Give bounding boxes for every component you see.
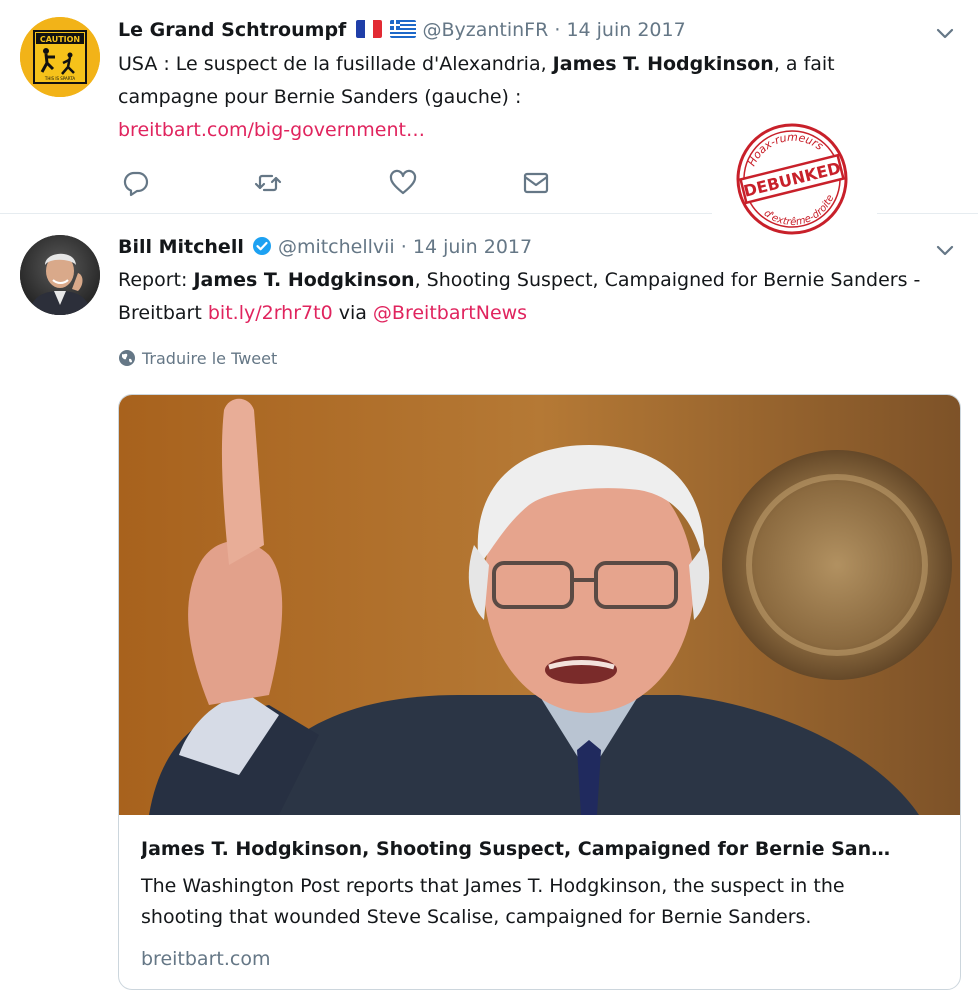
tweet-short-link[interactable]: bit.ly/2rhr7t0 — [208, 302, 333, 324]
caution-sign-avatar-image: CAUTION THIS IS SPARTA — [20, 17, 100, 97]
tweet-date[interactable]: 14 juin 2017 — [566, 19, 685, 41]
message-icon[interactable] — [521, 168, 551, 198]
globe-icon — [119, 350, 135, 366]
debunked-stamp: Hoax-rumeurs DEBUNKED d'extrême-droite — [728, 115, 856, 243]
avatar-sign-text: CAUTION — [40, 35, 80, 44]
tweet-text-bold: James T. Hodgkinson — [552, 53, 774, 75]
like-icon[interactable] — [388, 168, 418, 198]
man-portrait-avatar-image — [20, 235, 100, 315]
separator: · — [400, 236, 407, 258]
user-handle[interactable]: @mitchellvii — [278, 236, 395, 258]
card-domain: breitbart.com — [141, 948, 271, 970]
reply-icon[interactable] — [121, 168, 151, 198]
chevron-down-icon[interactable] — [934, 239, 956, 261]
chevron-down-icon[interactable] — [934, 22, 956, 44]
user-handle[interactable]: @ByzantinFR — [422, 19, 548, 41]
tweet-link[interactable]: breitbart.com/big-government… — [118, 119, 425, 141]
avatar[interactable]: CAUTION THIS IS SPARTA — [20, 17, 100, 97]
link-card[interactable]: James T. Hodgkinson, Shooting Suspect, C… — [118, 394, 961, 990]
tweet-text-bold: James T. Hodgkinson — [193, 269, 415, 291]
avatar[interactable] — [20, 235, 100, 315]
tweet-header: Le Grand Schtroumpf @ByzantinFR · 14 jui… — [118, 18, 686, 42]
man-speaking-photo — [119, 395, 960, 815]
verified-badge-icon — [252, 236, 272, 262]
debunked-stamp-icon: Hoax-rumeurs DEBUNKED d'extrême-droite — [734, 121, 850, 237]
tweet-actions — [118, 168, 558, 198]
display-name[interactable]: Le Grand Schtroumpf — [118, 19, 346, 41]
card-description: The Washington Post reports that James T… — [141, 875, 845, 928]
tweet-date[interactable]: 14 juin 2017 — [413, 236, 532, 258]
separator: · — [554, 19, 561, 41]
greece-flag-icon — [390, 20, 417, 38]
card-body: James T. Hodgkinson, Shooting Suspect, C… — [141, 835, 941, 973]
via-text: via — [332, 302, 373, 324]
card-image[interactable] — [119, 395, 960, 815]
tweet-text: Report: James T. Hodgkinson, Shooting Su… — [118, 264, 968, 330]
tweet-bill-mitchell[interactable]: Bill Mitchell @mitchellvii · 14 juin 201… — [0, 215, 978, 1000]
translate-label[interactable]: Traduire le Tweet — [142, 349, 277, 368]
display-name[interactable]: Bill Mitchell — [118, 236, 244, 258]
card-title[interactable]: James T. Hodgkinson, Shooting Suspect, C… — [141, 835, 941, 863]
tweet-text-part: USA : Le suspect de la fusillade d'Alexa… — [118, 53, 553, 75]
tweet-header: Bill Mitchell @mitchellvii · 14 juin 201… — [118, 235, 532, 262]
translate-tweet[interactable]: Traduire le Tweet — [118, 349, 277, 368]
tweet-text-part: Report: — [118, 269, 194, 291]
avatar-sign-subtext: THIS IS SPARTA — [44, 76, 75, 81]
france-flag-icon — [356, 20, 383, 38]
mention-link[interactable]: @BreitbartNews — [373, 302, 527, 324]
retweet-icon[interactable] — [253, 168, 283, 198]
